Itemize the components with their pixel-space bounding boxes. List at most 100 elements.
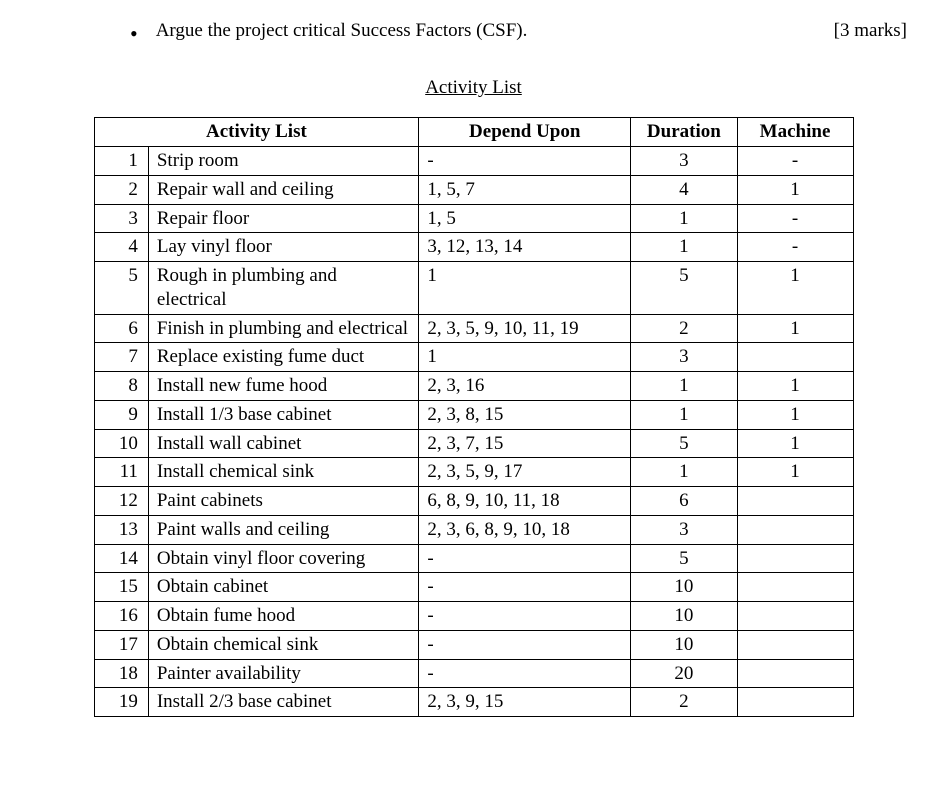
row-number: 19: [94, 688, 148, 717]
bullet-line: • Argue the project critical Success Fac…: [130, 20, 907, 47]
header-depend: Depend Upon: [419, 118, 631, 147]
row-machine: -: [737, 204, 853, 233]
row-depend: 2, 3, 5, 9, 17: [419, 458, 631, 487]
table-row: 12Paint cabinets6, 8, 9, 10, 11, 186: [94, 487, 853, 516]
row-duration: 3: [631, 147, 737, 176]
row-depend: 2, 3, 9, 15: [419, 688, 631, 717]
row-number: 4: [94, 233, 148, 262]
row-activity: Obtain cabinet: [148, 573, 418, 602]
row-depend: -: [419, 544, 631, 573]
row-activity: Install chemical sink: [148, 458, 418, 487]
row-machine: [737, 343, 853, 372]
row-duration: 2: [631, 314, 737, 343]
header-duration: Duration: [631, 118, 737, 147]
table-row: 3Repair floor1, 51-: [94, 204, 853, 233]
row-machine: -: [737, 147, 853, 176]
table-row: 15Obtain cabinet-10: [94, 573, 853, 602]
row-activity: Repair wall and ceiling: [148, 175, 418, 204]
bullet-text: Argue the project critical Success Facto…: [156, 20, 794, 42]
table-row: 17Obtain chemical sink-10: [94, 630, 853, 659]
row-activity: Install 2/3 base cabinet: [148, 688, 418, 717]
table-row: 1Strip room-3-: [94, 147, 853, 176]
row-activity: Install wall cabinet: [148, 429, 418, 458]
row-machine: -: [737, 233, 853, 262]
table-row: 7Replace existing fume duct13: [94, 343, 853, 372]
row-machine: [737, 487, 853, 516]
row-number: 14: [94, 544, 148, 573]
row-activity: Painter availability: [148, 659, 418, 688]
row-machine: 1: [737, 314, 853, 343]
row-machine: 1: [737, 372, 853, 401]
row-number: 18: [94, 659, 148, 688]
table-row: 19Install 2/3 base cabinet2, 3, 9, 152: [94, 688, 853, 717]
row-number: 5: [94, 262, 148, 315]
row-duration: 4: [631, 175, 737, 204]
row-number: 17: [94, 630, 148, 659]
row-depend: 1, 5: [419, 204, 631, 233]
row-activity: Lay vinyl floor: [148, 233, 418, 262]
row-number: 12: [94, 487, 148, 516]
row-duration: 5: [631, 544, 737, 573]
row-activity: Paint walls and ceiling: [148, 515, 418, 544]
row-activity: Obtain fume hood: [148, 602, 418, 631]
row-activity: Obtain vinyl floor covering: [148, 544, 418, 573]
row-duration: 20: [631, 659, 737, 688]
row-duration: 10: [631, 573, 737, 602]
table-row: 11Install chemical sink2, 3, 5, 9, 1711: [94, 458, 853, 487]
row-activity: Replace existing fume duct: [148, 343, 418, 372]
row-machine: 1: [737, 175, 853, 204]
row-duration: 10: [631, 630, 737, 659]
header-machine: Machine: [737, 118, 853, 147]
row-duration: 5: [631, 262, 737, 315]
row-depend: 6, 8, 9, 10, 11, 18: [419, 487, 631, 516]
row-activity: Obtain chemical sink: [148, 630, 418, 659]
row-activity: Install new fume hood: [148, 372, 418, 401]
table-row: 8Install new fume hood2, 3, 1611: [94, 372, 853, 401]
row-machine: 1: [737, 458, 853, 487]
row-duration: 10: [631, 602, 737, 631]
row-depend: 1: [419, 262, 631, 315]
row-machine: 1: [737, 400, 853, 429]
table-row: 18Painter availability-20: [94, 659, 853, 688]
header-activity: Activity List: [94, 118, 419, 147]
row-depend: 2, 3, 7, 15: [419, 429, 631, 458]
table-row: 9Install 1/3 base cabinet2, 3, 8, 1511: [94, 400, 853, 429]
row-depend: 2, 3, 5, 9, 10, 11, 19: [419, 314, 631, 343]
row-duration: 1: [631, 400, 737, 429]
row-machine: 1: [737, 262, 853, 315]
row-depend: 1, 5, 7: [419, 175, 631, 204]
row-duration: 1: [631, 204, 737, 233]
row-duration: 6: [631, 487, 737, 516]
row-machine: [737, 659, 853, 688]
table-header-row: Activity List Depend Upon Duration Machi…: [94, 118, 853, 147]
row-activity: Finish in plumbing and electrical: [148, 314, 418, 343]
row-depend: -: [419, 147, 631, 176]
row-depend: -: [419, 602, 631, 631]
row-machine: [737, 515, 853, 544]
row-duration: 3: [631, 515, 737, 544]
row-depend: -: [419, 573, 631, 602]
row-machine: 1: [737, 429, 853, 458]
row-duration: 5: [631, 429, 737, 458]
row-number: 9: [94, 400, 148, 429]
table-row: 13Paint walls and ceiling2, 3, 6, 8, 9, …: [94, 515, 853, 544]
row-number: 7: [94, 343, 148, 372]
row-number: 10: [94, 429, 148, 458]
row-number: 8: [94, 372, 148, 401]
bullet-icon: •: [130, 21, 138, 47]
row-machine: [737, 544, 853, 573]
table-row: 4Lay vinyl floor3, 12, 13, 141-: [94, 233, 853, 262]
row-activity: Strip room: [148, 147, 418, 176]
row-number: 3: [94, 204, 148, 233]
table-row: 10Install wall cabinet2, 3, 7, 1551: [94, 429, 853, 458]
row-depend: -: [419, 659, 631, 688]
row-number: 1: [94, 147, 148, 176]
row-depend: 3, 12, 13, 14: [419, 233, 631, 262]
row-depend: 1: [419, 343, 631, 372]
row-depend: -: [419, 630, 631, 659]
row-depend: 2, 3, 6, 8, 9, 10, 18: [419, 515, 631, 544]
table-row: 16Obtain fume hood-10: [94, 602, 853, 631]
row-depend: 2, 3, 8, 15: [419, 400, 631, 429]
row-number: 2: [94, 175, 148, 204]
table-row: 14Obtain vinyl floor covering-5: [94, 544, 853, 573]
